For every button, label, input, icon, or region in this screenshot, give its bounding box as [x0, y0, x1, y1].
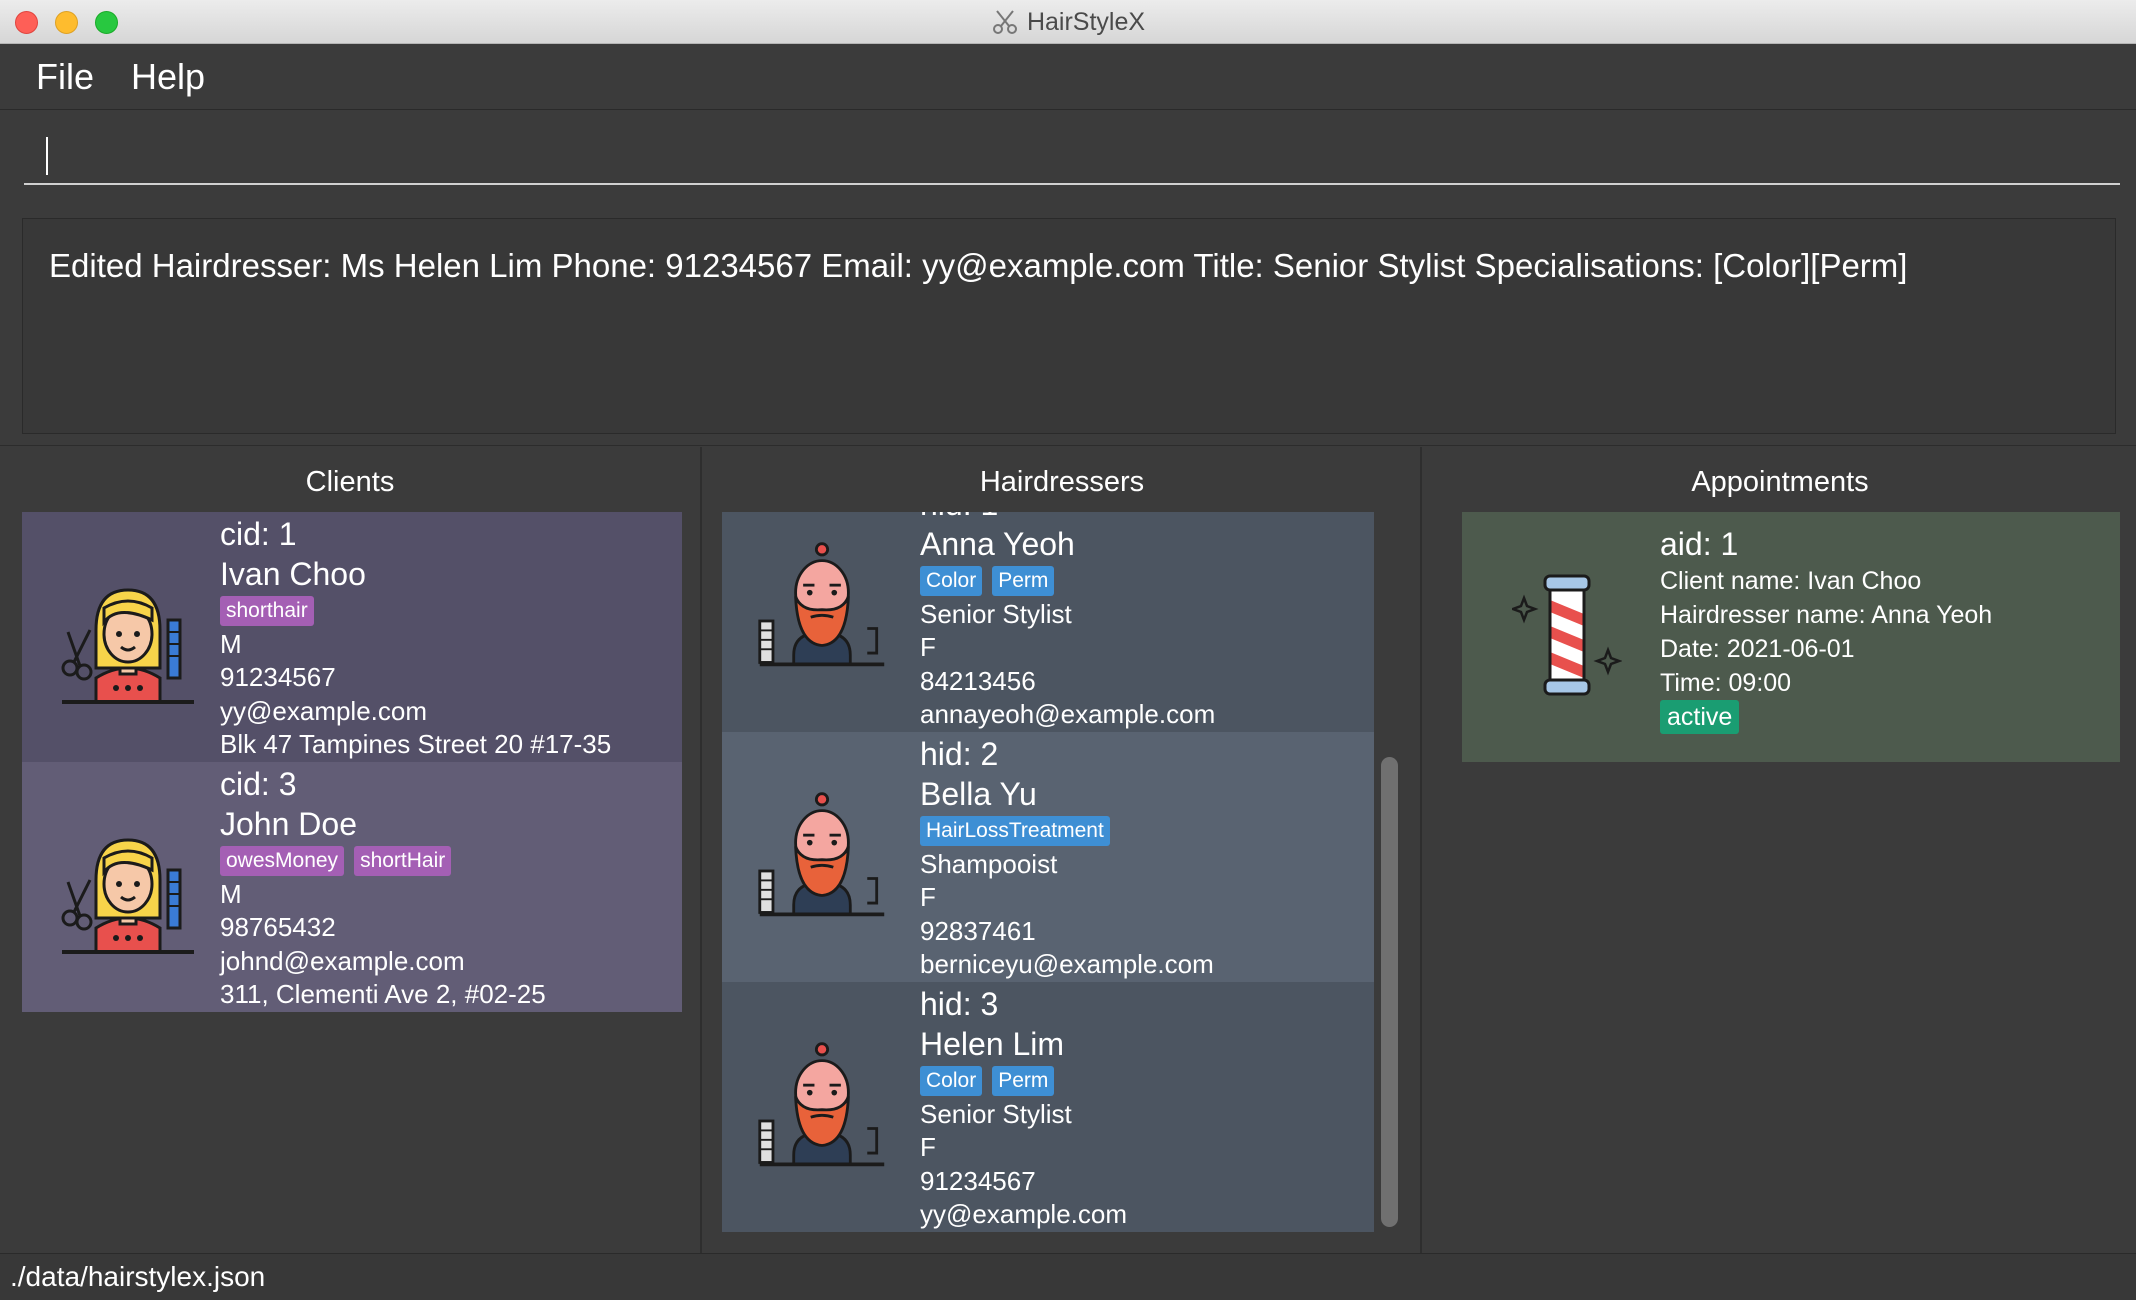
specialisation-tag: Perm — [992, 1065, 1055, 1096]
client-tag: shorthair — [220, 595, 314, 626]
client-address: Blk 47 Tampines Street 20 #17-35 — [220, 729, 612, 759]
menu-help[interactable]: Help — [131, 56, 205, 98]
status-badge: active — [1660, 699, 1740, 734]
client-email: yy@example.com — [220, 695, 428, 726]
client-phone: 98765432 — [220, 912, 336, 942]
hairdresser-woman-icon — [58, 568, 198, 708]
command-input[interactable] — [24, 127, 2120, 185]
hairdresser-name: Helen Lim — [920, 1026, 1065, 1062]
specialisation-tag: Color — [920, 1065, 983, 1096]
hairdresser-phone: 92837461 — [920, 915, 1036, 946]
client-name: Ivan Choo — [220, 556, 366, 592]
hairdresser-list-scrollbar[interactable] — [1381, 757, 1398, 1227]
appointment-client-name: Client name: Ivan Choo — [1660, 567, 1922, 595]
hairdresser-specialisations: Color Perm — [920, 564, 1215, 598]
text-caret — [46, 137, 48, 175]
hairdresser-phone: 84213456 — [920, 665, 1036, 696]
hairdresser-gender: F — [920, 882, 936, 912]
command-box-area — [0, 111, 2136, 203]
hairdresser-name: Anna Yeoh — [920, 526, 1075, 562]
hairdresser-gender: F — [920, 1132, 936, 1162]
client-gender: M — [220, 878, 242, 909]
clients-title: Clients — [305, 466, 395, 498]
hairdresser-id: hid: 3 — [920, 986, 999, 1022]
client-tags: shorthair — [220, 594, 611, 628]
hairdresser-card[interactable]: hid: 3 Helen Lim Color Perm Senior Styli… — [722, 982, 1374, 1232]
result-display: Edited Hairdresser: Ms Helen Lim Phone: … — [22, 218, 2116, 434]
hairdresser-email: annayeoh@example.com — [920, 699, 1216, 729]
client-email: johnd@example.com — [220, 945, 465, 976]
scissors-icon — [992, 10, 1017, 34]
hairdresser-title: Shampooist — [920, 848, 1058, 879]
client-gender: M — [220, 628, 242, 659]
client-phone: 91234567 — [220, 662, 336, 692]
hairdresser-title: Senior Stylist — [920, 598, 1072, 629]
specialisation-tag: Perm — [992, 565, 1055, 596]
hairdresser-specialisations: HairLossTreatment — [920, 814, 1214, 848]
hairdresser-email: berniceyu@example.com — [920, 949, 1214, 979]
specialisation-tag: HairLossTreatment — [920, 815, 1110, 846]
hairdressers-panel: Hairdressers hid: 1 Anna Yeoh Color Perm… — [704, 447, 1422, 1253]
title-bar: HairStyleX — [0, 0, 2136, 44]
window-title: HairStyleX — [1026, 7, 1146, 36]
specialisation-tag: Color — [920, 565, 983, 596]
client-tag: shortHair — [354, 845, 452, 876]
hairdresser-id: hid: 2 — [920, 736, 999, 772]
hairdresser-card[interactable]: hid: 1 Anna Yeoh Color Perm Senior Styli… — [722, 512, 1374, 732]
client-tag: owesMoney — [220, 845, 345, 876]
bearded-man-icon — [756, 788, 888, 920]
appointment-date: Date: 2021-06-01 — [1660, 635, 1855, 663]
hairdresser-title: Senior Stylist — [920, 1098, 1072, 1129]
appointments-panel: Appointments aid: 1 Client name: Ivan Ch… — [1424, 447, 2136, 1253]
hairdresser-woman-icon — [58, 818, 198, 958]
hairdresser-gender: F — [920, 632, 936, 662]
appointment-card[interactable]: aid: 1 Client name: Ivan Choo Hairdresse… — [1462, 512, 2120, 762]
result-display-area: Edited Hairdresser: Ms Helen Lim Phone: … — [0, 204, 2136, 446]
client-address: 311, Clementi Ave 2, #02-25 — [220, 979, 546, 1009]
client-card[interactable]: cid: 3 John Doe owesMoney shortHair M 98… — [22, 762, 682, 1012]
appointment-hairdresser-name: Hairdresser name: Anna Yeoh — [1660, 601, 1993, 629]
appointment-status: active — [1660, 699, 1992, 734]
client-id: cid: 1 — [220, 516, 297, 552]
client-card[interactable]: cid: 1 Ivan Choo shorthair M 91234567 yy… — [22, 512, 682, 762]
barber-pole-icon — [1512, 570, 1622, 700]
clients-panel: Clients cid: 1 Ivan Choo shorthair M 912… — [0, 447, 702, 1253]
hairdressers-title: Hairdressers — [979, 466, 1145, 498]
client-id: cid: 3 — [220, 766, 297, 802]
hairdresser-email: yy@example.com — [920, 1199, 1128, 1229]
bearded-man-icon — [756, 1038, 888, 1170]
appointment-id: aid: 1 — [1660, 526, 1739, 562]
status-bar: ./data/hairstylex.json — [0, 1253, 2136, 1300]
client-name: John Doe — [220, 806, 357, 842]
hairdresser-list[interactable]: hid: 1 Anna Yeoh Color Perm Senior Styli… — [722, 512, 1374, 1232]
window-title-area: HairStyleX — [0, 0, 2136, 44]
appointment-time: Time: 09:00 — [1660, 669, 1792, 697]
menu-file[interactable]: File — [36, 56, 94, 98]
hairdresser-card[interactable]: hid: 2 Bella Yu HairLossTreatment Shampo… — [722, 732, 1374, 982]
hairdresser-phone: 91234567 — [920, 1165, 1036, 1196]
hairdresser-id: hid: 1 — [920, 512, 1215, 524]
appointments-title: Appointments — [1691, 466, 1869, 498]
hairdresser-specialisations: Color Perm — [920, 1064, 1127, 1098]
bearded-man-icon — [756, 538, 888, 670]
menu-bar: File Help — [0, 44, 2136, 110]
client-tags: owesMoney shortHair — [220, 844, 546, 878]
hairdresser-name: Bella Yu — [920, 776, 1037, 812]
